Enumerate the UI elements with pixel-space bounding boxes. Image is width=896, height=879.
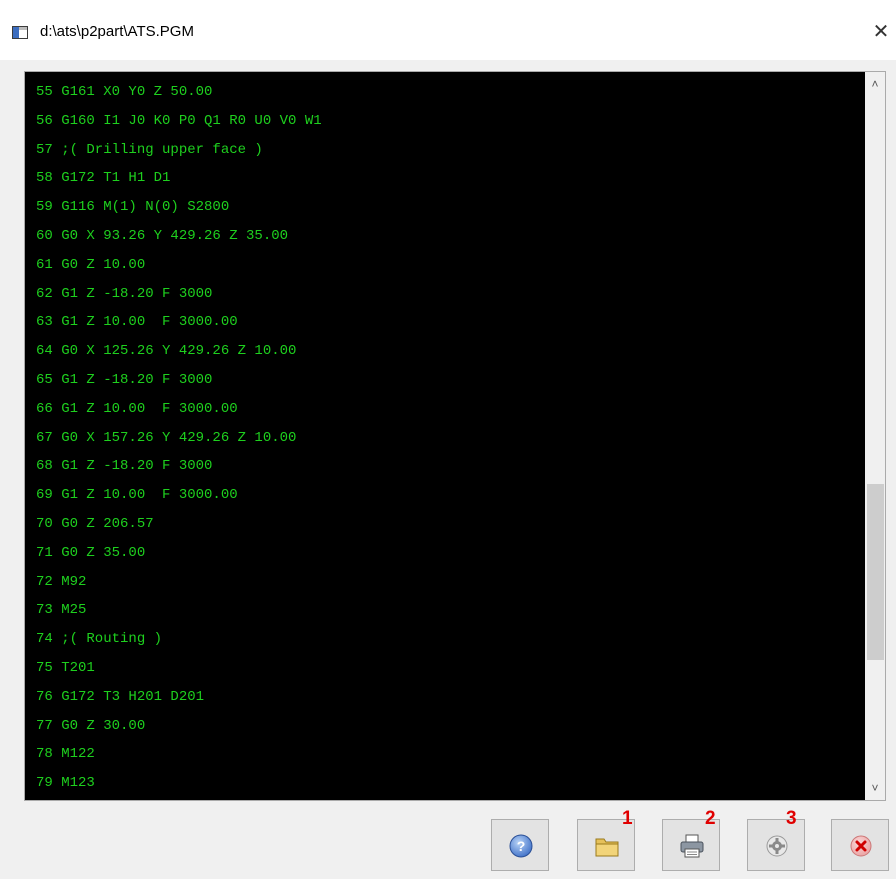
code-line: 73 M25 (36, 602, 87, 619)
scroll-thumb[interactable] (867, 484, 884, 660)
badge-3: 3 (786, 808, 797, 829)
vertical-scrollbar[interactable]: ˄ ˅ (865, 72, 885, 800)
code-line: 69 G1 Z 10.00 F 3000.00 (36, 487, 238, 504)
code-line: 72 M92 (36, 573, 87, 590)
help-button[interactable]: ? (491, 819, 549, 871)
window-close-button[interactable]: ✕ (866, 17, 896, 47)
code-line: 68 G1 Z -18.20 F 3000 (36, 458, 213, 475)
code-line: 55 G161 X0 Y0 Z 50.00 (36, 84, 213, 100)
badge-1: 1 (622, 808, 633, 829)
code-line: 60 G0 X 93.26 Y 429.26 Z 35.00 (36, 228, 289, 244)
code-line: 70 G0 Z 206.57 (36, 516, 154, 532)
svg-text:?: ? (517, 838, 526, 854)
code-line: 75 T201 (36, 660, 95, 676)
code-line: 71 G0 Z 35.00 (36, 544, 146, 561)
code-line: 64 G0 X 125.26 Y 429.26 Z 10.00 (36, 343, 297, 360)
code-line: 59 G116 M(1) N(0) S2800 (36, 199, 230, 216)
code-line: 74 ;( Routing ) (36, 631, 163, 648)
gear-icon (766, 835, 788, 857)
code-line: 57 ;( Drilling upper face ) (36, 141, 263, 158)
code-line: 62 G1 Z -18.20 F 3000 (36, 285, 213, 302)
close-icon (850, 835, 872, 857)
code-line: 76 G172 T3 H201 D201 (36, 688, 205, 705)
help-icon: ? (509, 834, 533, 858)
code-line: 61 G0 Z 10.00 (36, 256, 146, 273)
scroll-up-arrow[interactable]: ˄ (865, 75, 885, 93)
window-title: d:\ats\p2part\ATS.PGM (40, 23, 194, 40)
code-line: 56 G160 I1 J0 K0 P0 Q1 R0 U0 V0 W1 (36, 112, 322, 129)
folder-icon (595, 838, 619, 857)
code-line: 63 G1 Z 10.00 F 3000.00 (36, 314, 238, 331)
printer-icon (680, 834, 704, 858)
code-line: 77 G0 Z 30.00 (36, 717, 146, 734)
code-line: 67 G0 X 157.26 Y 429.26 Z 10.00 (36, 429, 297, 446)
code-line: 58 G172 T1 H1 D1 (36, 170, 171, 187)
badge-2: 2 (705, 808, 716, 829)
app-icon (12, 26, 28, 39)
code-line: 66 G1 Z 10.00 F 3000.00 (36, 400, 238, 417)
code-line: 78 M122 (36, 746, 95, 763)
code-line: 65 G1 Z -18.20 F 3000 (36, 372, 213, 388)
code-line: 79 M123 (36, 775, 95, 792)
scroll-down-arrow[interactable]: ˅ (865, 779, 885, 797)
title-bar: d:\ats\p2part\ATS.PGM ✕ (0, 0, 896, 60)
code-editor[interactable]: 55 G161 X0 Y0 Z 50.00 56 G160 I1 J0 K0 P0… (25, 72, 865, 800)
close-button[interactable] (831, 819, 889, 871)
